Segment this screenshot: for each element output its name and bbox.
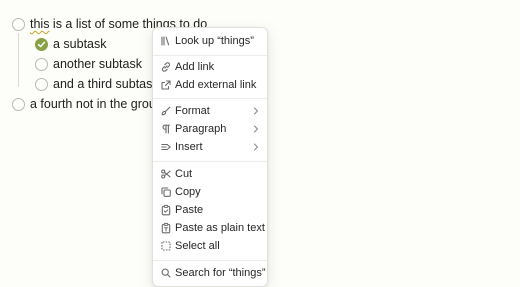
menu-separator xyxy=(153,260,267,261)
menu-item-label: Add external link xyxy=(175,79,257,91)
task-text[interactable]: a fourth not in the group xyxy=(30,94,163,114)
checkmark-icon xyxy=(37,41,46,47)
menu-item-label: Insert xyxy=(175,141,203,153)
pilcrow-icon xyxy=(160,123,172,135)
chevron-right-icon xyxy=(253,143,259,151)
subtask-item[interactable]: a subtask xyxy=(35,34,107,54)
menu-item-copy[interactable]: Copy xyxy=(153,183,267,201)
menu-item-label: Paste xyxy=(175,204,204,216)
menu-item-paragraph[interactable]: Paragraph xyxy=(153,120,267,138)
menu-item-insert[interactable]: Insert xyxy=(153,138,267,156)
task-item[interactable]: a fourth not in the group xyxy=(12,94,163,114)
chevron-right-icon xyxy=(253,107,259,115)
paint-brush-icon xyxy=(160,105,172,117)
menu-item-label: Cut xyxy=(175,168,193,180)
menu-item-lookup[interactable]: Look up “things” xyxy=(153,32,267,50)
task-text[interactable]: another subtask xyxy=(53,54,142,74)
clipboard-text-icon xyxy=(160,222,172,234)
menu-item-label: Format xyxy=(175,105,210,117)
menu-item-label: Look up “things” xyxy=(175,35,254,47)
task-checkbox-checked[interactable] xyxy=(35,37,48,51)
scissors-icon xyxy=(160,168,172,180)
menu-item-label: Copy xyxy=(175,186,201,198)
task-text[interactable]: a subtask xyxy=(53,34,107,54)
menu-item-label: Select all xyxy=(175,240,220,252)
external-link-icon xyxy=(160,79,172,91)
menu-item-label: Paragraph xyxy=(175,123,227,135)
task-text[interactable]: and a third subtask xyxy=(53,74,159,94)
menu-item-add-external-link[interactable]: Add external link xyxy=(153,76,267,94)
menu-item-select-all[interactable]: Select all xyxy=(153,237,267,255)
task-checkbox[interactable] xyxy=(12,97,25,111)
subtask-tree-line xyxy=(18,33,19,87)
spellcheck-word[interactable]: this xyxy=(30,17,49,31)
search-icon xyxy=(160,267,172,279)
link-icon xyxy=(160,61,172,73)
copy-icon xyxy=(160,186,172,198)
select-all-icon xyxy=(160,240,172,252)
menu-item-paste[interactable]: Paste xyxy=(153,201,267,219)
menu-separator xyxy=(153,161,267,162)
subtask-item[interactable]: and a third subtask xyxy=(35,74,159,94)
menu-item-paste-plain[interactable]: Paste as plain text xyxy=(153,219,267,237)
clipboard-icon xyxy=(160,204,172,216)
chevron-right-icon xyxy=(253,125,259,133)
task-checkbox[interactable] xyxy=(35,77,48,91)
menu-item-label: Add link xyxy=(175,61,215,73)
menu-item-label: Paste as plain text xyxy=(175,222,265,234)
subtask-item[interactable]: another subtask xyxy=(35,54,142,74)
menu-item-label: Search for “things” xyxy=(175,267,266,279)
menu-separator xyxy=(153,55,267,56)
menu-item-add-link[interactable]: Add link xyxy=(153,58,267,76)
insert-icon xyxy=(160,141,172,153)
menu-item-cut[interactable]: Cut xyxy=(153,165,267,183)
task-checkbox[interactable] xyxy=(12,17,25,31)
task-checkbox[interactable] xyxy=(35,57,48,71)
menu-item-format[interactable]: Format xyxy=(153,102,267,120)
dictionary-icon xyxy=(160,35,172,47)
context-menu: Look up “things” Add link Add external l… xyxy=(152,27,268,287)
menu-separator xyxy=(153,98,267,99)
menu-item-search[interactable]: Search for “things” xyxy=(153,264,267,282)
